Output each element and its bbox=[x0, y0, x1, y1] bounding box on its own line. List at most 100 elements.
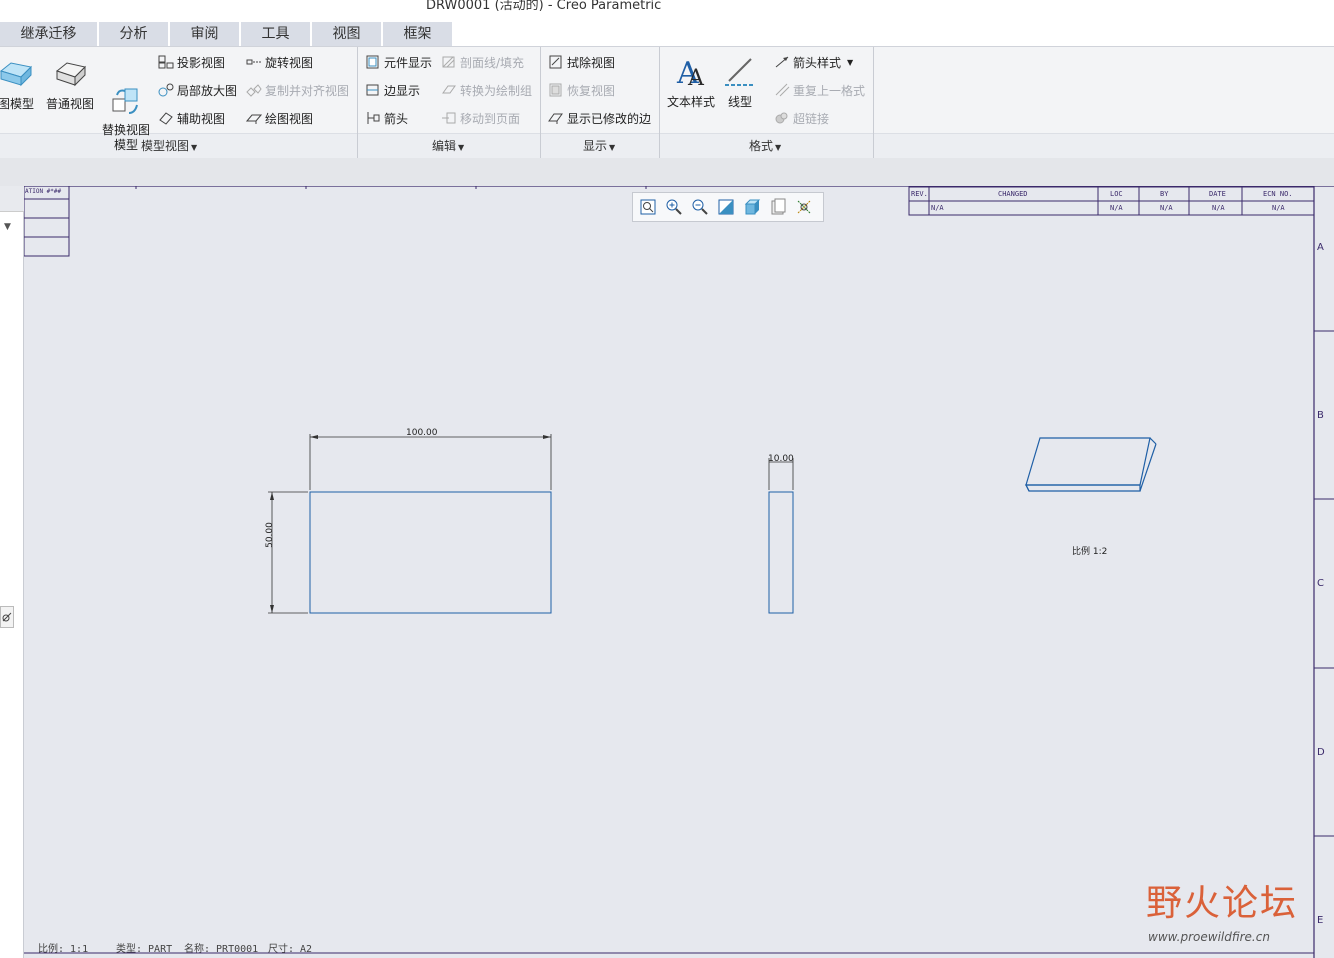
rev-header-changed: CHANGED bbox=[998, 190, 1028, 198]
hatching-fill-button[interactable]: 剖面线/填充 bbox=[441, 53, 524, 71]
rev-cell-ecn: N/A bbox=[1272, 204, 1285, 212]
status-name: 名称: PRT0001 bbox=[184, 944, 259, 955]
group-separator bbox=[540, 47, 541, 159]
tab-view[interactable]: 视图 bbox=[312, 22, 382, 46]
group-separator bbox=[873, 47, 874, 159]
group-display[interactable]: 显示 ▼ bbox=[583, 137, 615, 154]
edge-display-icon bbox=[365, 83, 381, 97]
copy-align-view-label: 复制并对齐视图 bbox=[265, 83, 350, 98]
edge-display-button[interactable]: 边显示 bbox=[365, 81, 420, 99]
group-edit-label: 编辑 bbox=[432, 139, 457, 153]
chevron-down-icon: ▼ bbox=[847, 57, 854, 67]
dimension-width[interactable]: 100.00 bbox=[406, 428, 438, 438]
group-display-label: 显示 bbox=[583, 139, 608, 153]
revolved-view-icon bbox=[246, 55, 262, 69]
line-style-label: 线型 bbox=[727, 95, 752, 109]
chevron-down-icon: ▼ bbox=[191, 143, 198, 152]
arrow-button[interactable]: 箭头 bbox=[365, 109, 408, 127]
general-view-label: 普通视图 bbox=[45, 97, 94, 111]
status-scale: 比例: 1:1 bbox=[38, 944, 89, 955]
detailed-view-button[interactable]: 局部放大图 bbox=[158, 81, 237, 99]
status-type: 类型: PART bbox=[116, 944, 173, 955]
drawing-view-button[interactable]: 绘图视图 bbox=[245, 109, 313, 127]
copy-align-view-button[interactable]: 复制并对齐视图 bbox=[246, 81, 349, 99]
top-left-table bbox=[24, 186, 70, 257]
text-style-button[interactable]: AA 文本样式 bbox=[664, 55, 718, 110]
projection-view-button[interactable]: 投影视图 bbox=[158, 53, 225, 71]
detailed-view-icon bbox=[158, 83, 174, 97]
text-style-icon: AA bbox=[674, 55, 708, 91]
hyperlink-icon bbox=[774, 111, 790, 125]
projection-view-label: 投影视图 bbox=[177, 55, 226, 70]
hyperlink-label: 超链接 bbox=[793, 111, 830, 126]
filter-icon[interactable] bbox=[0, 606, 14, 628]
show-modified-edges-button[interactable]: 显示已修改的边 bbox=[548, 109, 651, 127]
tab-inherit-migration[interactable]: 继承迁移 bbox=[0, 22, 98, 46]
revolved-view-button[interactable]: 旋转视图 bbox=[246, 53, 313, 71]
general-view-button[interactable]: 普通视图 bbox=[44, 57, 96, 112]
line-style-button[interactable]: 线型 bbox=[720, 55, 760, 110]
erase-view-label: 拭除视图 bbox=[567, 55, 616, 70]
drawing-canvas[interactable]: ATION #*## REV. CHANGED LOC BY DATE ECN … bbox=[24, 186, 1334, 958]
tab-tools[interactable]: 工具 bbox=[241, 22, 311, 46]
rev-header-ecn: ECN NO. bbox=[1263, 190, 1293, 198]
ribbon-tabs: 继承迁移 分析 审阅 工具 视图 框架 bbox=[0, 20, 1334, 46]
repeat-last-format-button[interactable]: 重复上一格式 bbox=[774, 81, 865, 99]
drawing-model-button[interactable]: 图模型 bbox=[0, 57, 40, 112]
chevron-down-icon: ▼ bbox=[775, 143, 782, 152]
hyperlink-button[interactable]: 超链接 bbox=[774, 109, 829, 127]
drawing-model-label: 图模型 bbox=[0, 97, 34, 111]
drawing-view-icon bbox=[245, 111, 263, 125]
projection-view-icon bbox=[158, 55, 174, 69]
chevron-down-icon: ▼ bbox=[609, 143, 616, 152]
hatching-icon bbox=[441, 55, 457, 69]
ribbon-bottom-gap bbox=[0, 158, 1334, 186]
zone-label-d: D bbox=[1317, 747, 1325, 758]
resume-view-button[interactable]: 恢复视图 bbox=[548, 81, 615, 99]
window-title: DRW0001 (活动的) - Creo Parametric bbox=[426, 0, 662, 13]
ribbon-group-bar bbox=[0, 133, 1334, 159]
svg-text:A: A bbox=[687, 66, 705, 89]
iso-view-scale-note[interactable]: 比例 1:2 bbox=[1072, 544, 1107, 557]
status-size: 尺寸: A2 bbox=[268, 944, 313, 955]
arrow-style-icon bbox=[774, 55, 790, 69]
creo-drawing-window: DRW0001 (活动的) - Creo Parametric 继承迁移 分析 … bbox=[0, 0, 1334, 958]
arrow-icon bbox=[365, 111, 381, 125]
detailed-view-label: 局部放大图 bbox=[177, 83, 238, 98]
auxiliary-view-button[interactable]: 辅助视图 bbox=[158, 109, 225, 127]
zone-label-b: B bbox=[1317, 410, 1324, 421]
zoom-in-icon[interactable] bbox=[664, 197, 684, 217]
auxiliary-view-icon bbox=[158, 111, 174, 125]
rev-header-loc: LOC bbox=[1110, 190, 1123, 198]
repeat-last-format-label: 重复上一格式 bbox=[793, 83, 866, 98]
tab-framework[interactable]: 框架 bbox=[383, 22, 453, 46]
rev-header-date: DATE bbox=[1209, 190, 1226, 198]
annotation-display-icon[interactable] bbox=[794, 197, 814, 217]
chevron-down-icon[interactable]: ▼ bbox=[4, 222, 11, 232]
move-to-sheet-button[interactable]: 移动到页面 bbox=[441, 109, 520, 127]
zoom-out-icon[interactable] bbox=[690, 197, 710, 217]
dimension-thickness[interactable]: 10.00 bbox=[768, 454, 794, 464]
component-display-button[interactable]: 元件显示 bbox=[365, 53, 432, 71]
dimension-height[interactable]: 50.00 bbox=[265, 517, 275, 553]
model-tree-panel[interactable]: ▼ bbox=[0, 186, 24, 958]
saved-orientations-icon[interactable] bbox=[768, 197, 788, 217]
replace-view-icon bbox=[109, 70, 143, 114]
refit-icon[interactable] bbox=[638, 197, 658, 217]
erase-view-button[interactable]: 拭除视图 bbox=[548, 53, 615, 71]
tab-analysis[interactable]: 分析 bbox=[99, 22, 169, 46]
group-format[interactable]: 格式 ▼ bbox=[749, 137, 781, 154]
general-view-icon bbox=[53, 57, 87, 91]
convert-group-icon bbox=[441, 83, 457, 97]
arrow-style-button[interactable]: 箭头样式 ▼ bbox=[774, 53, 853, 71]
group-edit[interactable]: 编辑 ▼ bbox=[432, 137, 464, 154]
group-model-views[interactable]: 模型视图 ▼ bbox=[141, 137, 197, 154]
erase-view-icon bbox=[548, 55, 564, 69]
repeat-format-icon bbox=[774, 83, 790, 97]
display-style-icon[interactable] bbox=[742, 197, 762, 217]
arrow-label: 箭头 bbox=[384, 111, 409, 126]
repaint-icon[interactable] bbox=[716, 197, 736, 217]
rev-cell-rev: N/A bbox=[931, 204, 944, 212]
tab-review[interactable]: 审阅 bbox=[170, 22, 240, 46]
convert-to-draw-group-button[interactable]: 转换为绘制组 bbox=[441, 81, 532, 99]
